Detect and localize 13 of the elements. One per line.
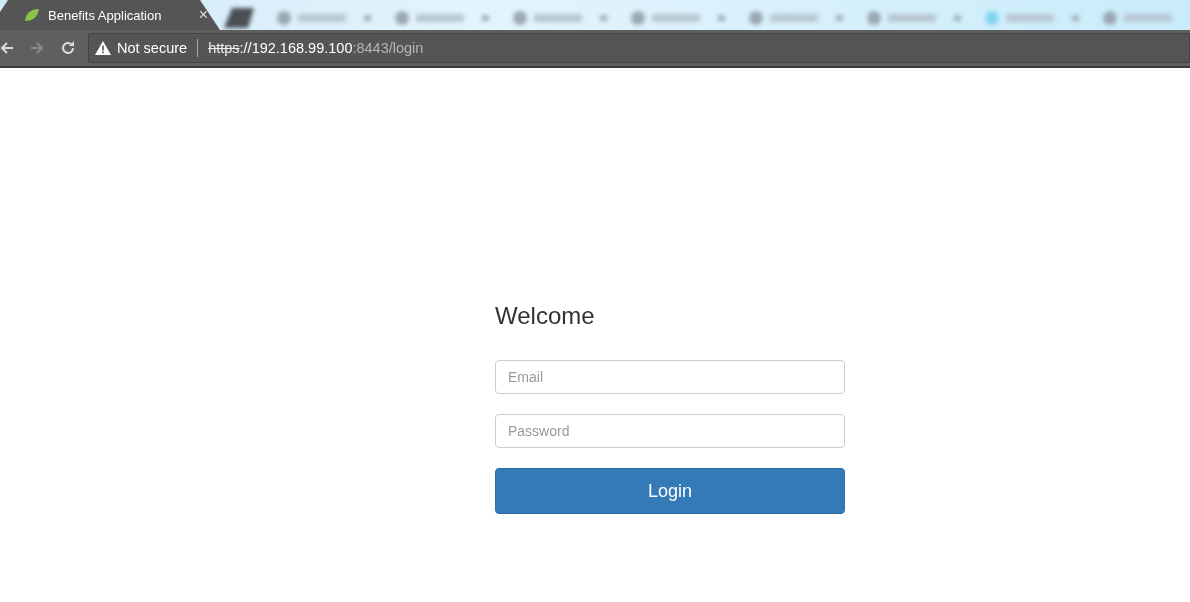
warning-icon [95, 41, 111, 55]
address-bar[interactable]: Not secure https://192.168.99.100:8443/login [88, 33, 1190, 63]
close-icon[interactable]: × [198, 6, 208, 24]
back-icon[interactable] [0, 41, 14, 55]
browser-tab[interactable]: Benefits Application × [0, 0, 220, 30]
welcome-title: Welcome [495, 301, 595, 331]
password-field[interactable]: Password [495, 414, 845, 448]
leaf-icon [24, 8, 40, 22]
login-button[interactable]: Login [495, 468, 845, 514]
email-field[interactable]: Email [495, 360, 845, 394]
security-label[interactable]: Not secure [117, 40, 188, 56]
reload-icon[interactable] [60, 40, 76, 56]
url-text: https://192.168.99.100:8443/login [208, 40, 424, 56]
